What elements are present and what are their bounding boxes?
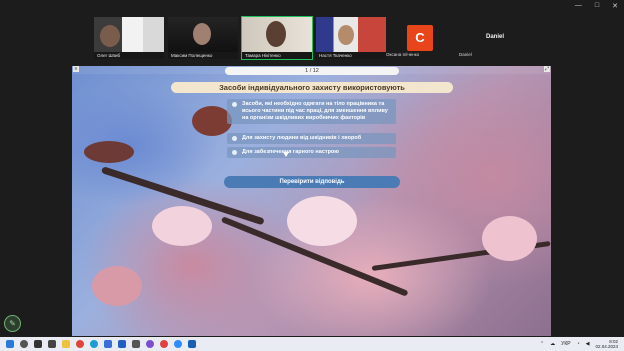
search-icon[interactable] [20,340,28,348]
maximize-icon[interactable]: □ [595,2,599,10]
radio-icon[interactable] [232,150,237,155]
files-icon[interactable] [132,340,140,348]
outlook-icon[interactable] [188,340,196,348]
date: 02.04.2024 [595,344,618,349]
volume-icon[interactable]: ◀ [586,341,590,347]
store-icon[interactable] [104,340,112,348]
wifi-icon[interactable]: ◔ [577,341,580,347]
blossom-decoration [152,206,212,246]
close-icon[interactable]: ✕ [612,2,618,10]
clock[interactable]: 8:02 02.04.2024 [595,339,618,349]
answer-label: Для захисту людини від шкідників і хворо… [242,135,362,141]
app-icon[interactable] [160,340,168,348]
blossom-decoration [287,196,357,246]
zoom-icon[interactable] [174,340,182,348]
participant-video [94,17,164,52]
keyboard-lang[interactable]: УКР [561,341,570,347]
mail-icon[interactable] [118,340,126,348]
blossom-decoration [84,141,134,163]
taskbar: ⌃ ☁ УКР ◔ ◀ 8:02 02.04.2024 [0,337,624,351]
page-counter: 1 / 12 [225,67,399,75]
participant-tile[interactable]: Настя Ткаченко [316,17,386,59]
answer-option-3[interactable]: Для забезпечення гарного настрою [227,147,396,158]
chrome-icon[interactable] [76,340,84,348]
cloud-icon[interactable]: ☁ [550,341,555,347]
blossom-decoration [482,216,537,261]
answer-option-2[interactable]: Для захисту людини від шкідників і хворо… [227,133,396,144]
task-view-icon[interactable] [34,340,42,348]
participant-tile[interactable]: Максим Полещенко [168,17,238,59]
fullscreen-icon[interactable]: ⤢ [544,66,550,72]
participant-tile[interactable]: Олег Шпиб [94,17,164,59]
participant-name: Оксана Іліченко [386,52,420,57]
viber-icon[interactable] [146,340,154,348]
widgets-icon[interactable] [48,340,56,348]
radio-icon[interactable] [232,136,237,141]
participant-video [242,17,312,52]
participant-name: Настя Ткаченко [316,52,386,59]
blossom-decoration [92,266,142,306]
minimize-icon[interactable]: — [575,2,582,10]
pointer-icon [283,152,289,157]
answer-label: Засоби, які необхідно одягати на тіло пр… [242,101,388,121]
participant-name: Олег Шпиб [94,52,164,59]
participant-name: Максим Полещенко [168,52,238,59]
menu-icon[interactable]: ≡ [73,66,79,72]
edge-icon[interactable] [90,340,98,348]
start-icon[interactable] [6,340,14,348]
radio-icon[interactable] [232,102,237,107]
blossom-decoration [192,106,232,136]
answer-option-1[interactable]: Засоби, які необхідно одягати на тіло пр… [227,99,396,124]
taskbar-apps [6,340,196,348]
pen-annotation-icon[interactable]: ✎ [4,315,21,332]
chevron-up-icon[interactable]: ⌃ [540,341,544,347]
file-explorer-icon[interactable] [62,340,70,348]
system-tray: ⌃ ☁ УКР ◔ ◀ 8:02 02.04.2024 [540,339,618,349]
participant-name: Тамара Нікітенко [242,52,312,59]
participant-strip: Олег Шпиб Максим Полещенко Тамара Нікіте… [94,16,386,60]
participant-avatar-initial[interactable]: C [407,25,433,51]
question-title: Засоби індивідуального захисту використо… [171,82,453,93]
check-answer-button[interactable]: Перевірити відповідь [224,176,400,188]
participant-display-name[interactable]: Daniel [486,34,504,40]
participant-video [168,17,238,52]
participant-name: Daniel [459,52,472,57]
answer-label: Для забезпечення гарного настрою [242,149,339,155]
participant-video [316,17,386,52]
shared-screen: ≡ ⤢ 1 / 12 Засоби індивідуального захист… [72,66,551,336]
window-controls: — □ ✕ [575,2,618,10]
participant-tile-active[interactable]: Тамара Нікітенко [241,16,313,60]
